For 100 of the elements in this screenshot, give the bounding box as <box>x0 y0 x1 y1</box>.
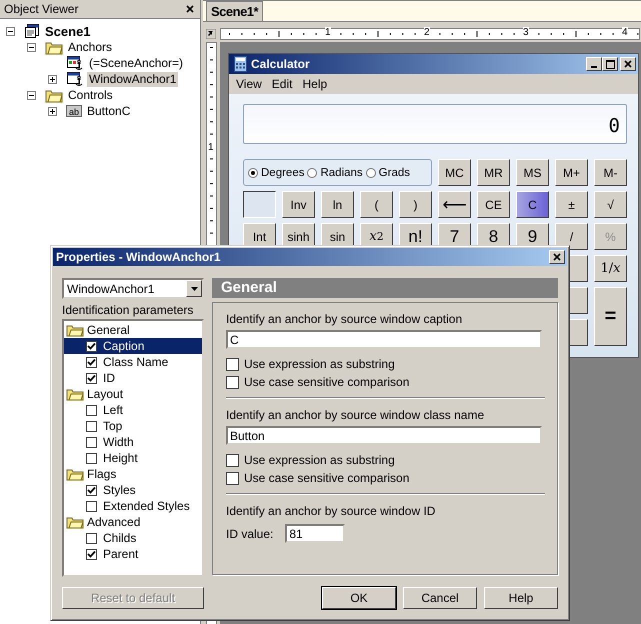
folder-icon <box>66 388 84 400</box>
tree-item[interactable]: Controls <box>66 88 115 102</box>
calculator-key[interactable]: M- <box>594 159 627 186</box>
expander-icon[interactable] <box>27 42 39 52</box>
checkbox-option[interactable]: Use case sensitive comparison <box>226 373 545 391</box>
calculator-key[interactable]: ) <box>399 191 432 218</box>
document-tab[interactable]: Scene1* <box>206 1 264 21</box>
calculator-key[interactable]: ln <box>321 191 354 218</box>
group-label[interactable]: Flags <box>87 467 116 481</box>
tree-item[interactable]: Anchors <box>66 40 114 54</box>
panel-title: Object Viewer <box>4 2 78 16</box>
parameter-item[interactable]: Height <box>64 450 202 466</box>
calculator-key[interactable]: ⟵ <box>438 191 471 218</box>
calculator-key[interactable]: ± <box>555 191 588 218</box>
checkbox[interactable] <box>86 452 97 464</box>
checkbox[interactable] <box>86 356 97 368</box>
checkbox[interactable] <box>86 548 97 560</box>
checkbox[interactable] <box>86 484 97 496</box>
id-input-field[interactable]: 81 <box>285 524 346 543</box>
parameter-item[interactable]: Class Name <box>64 354 202 370</box>
checkbox-option[interactable]: Use case sensitive comparison <box>226 469 545 487</box>
folder-icon <box>45 88 63 102</box>
parameter-item[interactable]: Left <box>64 402 202 418</box>
checkbox[interactable] <box>86 340 97 352</box>
input-field[interactable]: C <box>226 330 542 349</box>
expander-icon[interactable] <box>48 74 60 84</box>
calculator-key[interactable]: Inv <box>282 191 315 218</box>
window-icon <box>24 23 40 39</box>
menu-item[interactable]: View <box>236 77 262 91</box>
tree-item[interactable]: WindowAnchor1 <box>87 72 178 86</box>
checkbox[interactable] <box>86 404 97 416</box>
section-prompt: Identify an anchor by source window caption <box>226 312 464 326</box>
tree-item[interactable]: ButtonC <box>85 104 132 118</box>
group-label[interactable]: Advanced <box>87 515 140 529</box>
radio-option[interactable]: Radians <box>307 166 363 178</box>
field-label: ID value: <box>226 526 274 540</box>
parameter-item[interactable]: Width <box>64 434 202 450</box>
folder-icon <box>66 324 84 336</box>
close-icon[interactable] <box>186 5 194 13</box>
parameter-item[interactable]: Extended Styles <box>64 498 202 514</box>
ruler-number: 1 <box>208 143 214 153</box>
window-anchor-icon <box>66 71 84 87</box>
calculator-display: 0 <box>243 104 627 144</box>
group-label[interactable]: General <box>87 323 130 337</box>
calculator-key[interactable]: = <box>594 287 627 346</box>
calculator-key[interactable]: MR <box>477 159 510 186</box>
maximize-button[interactable] <box>602 57 618 71</box>
calculator-key[interactable]: M+ <box>555 159 588 186</box>
window-anchor-icon <box>66 55 84 71</box>
close-icon <box>624 60 632 68</box>
tree-item[interactable]: Scene1 <box>43 24 93 38</box>
checkbox-option[interactable]: Use expression as substring <box>226 355 545 373</box>
checkbox[interactable] <box>86 532 97 544</box>
close-button[interactable] <box>549 250 565 264</box>
maximize-icon <box>606 60 614 68</box>
parameter-item[interactable]: ID <box>64 370 202 386</box>
calculator-key[interactable]: √ <box>594 191 627 218</box>
dialog-button[interactable]: Help <box>484 587 558 609</box>
calculator-key[interactable] <box>243 191 276 218</box>
section-header: General <box>212 278 558 298</box>
expander-icon[interactable] <box>27 90 39 100</box>
calculator-key[interactable]: / <box>555 223 588 250</box>
checkbox-option[interactable]: Use expression as substring <box>226 451 545 469</box>
close-button[interactable] <box>620 57 636 71</box>
calculator-key[interactable]: ( <box>360 191 393 218</box>
menu-item[interactable]: Edit <box>272 77 292 91</box>
calculator-key[interactable]: 1/x <box>594 255 627 282</box>
checkbox[interactable] <box>86 420 97 432</box>
radio-option[interactable]: Degrees <box>248 166 304 178</box>
folder-icon <box>66 468 84 480</box>
section-prompt: Identify an anchor by source window class name <box>226 408 486 422</box>
checkbox[interactable] <box>86 372 97 384</box>
ruler-corner-icon[interactable] <box>206 29 216 39</box>
parameter-item[interactable]: Childs <box>64 530 202 546</box>
group-label[interactable]: Layout <box>87 387 124 401</box>
minimize-button[interactable] <box>586 57 602 71</box>
checkbox[interactable] <box>86 436 97 448</box>
calculator-key[interactable]: MS <box>516 159 549 186</box>
dropdown-arrow-icon <box>190 286 198 290</box>
tree-item[interactable]: (=SceneAnchor=) <box>87 56 186 70</box>
calculator-key[interactable]: CE <box>477 191 510 218</box>
expander-icon[interactable] <box>6 26 18 36</box>
list-label: Identification parameters <box>62 303 194 317</box>
folder-icon <box>45 40 63 54</box>
dialog-button[interactable]: OK <box>322 587 396 609</box>
calculator-key[interactable]: MC <box>438 159 471 186</box>
radio-option[interactable]: Grads <box>366 166 410 178</box>
parameter-item[interactable]: Caption <box>64 338 202 354</box>
parameter-item[interactable]: Parent <box>64 546 202 562</box>
input-field[interactable]: Button <box>226 426 542 445</box>
expander-icon[interactable] <box>48 106 60 116</box>
anchor-dropdown[interactable]: WindowAnchor1 <box>62 278 204 299</box>
parameter-item[interactable]: Top <box>64 418 202 434</box>
calculator-key[interactable]: C <box>516 191 549 218</box>
checkbox[interactable] <box>86 500 97 512</box>
menu-item[interactable]: Help <box>302 77 328 91</box>
parameter-item[interactable]: Styles <box>64 482 202 498</box>
calculator-icon <box>234 56 247 72</box>
window-title: Calculator <box>251 57 311 71</box>
dialog-button[interactable]: Cancel <box>403 587 477 609</box>
